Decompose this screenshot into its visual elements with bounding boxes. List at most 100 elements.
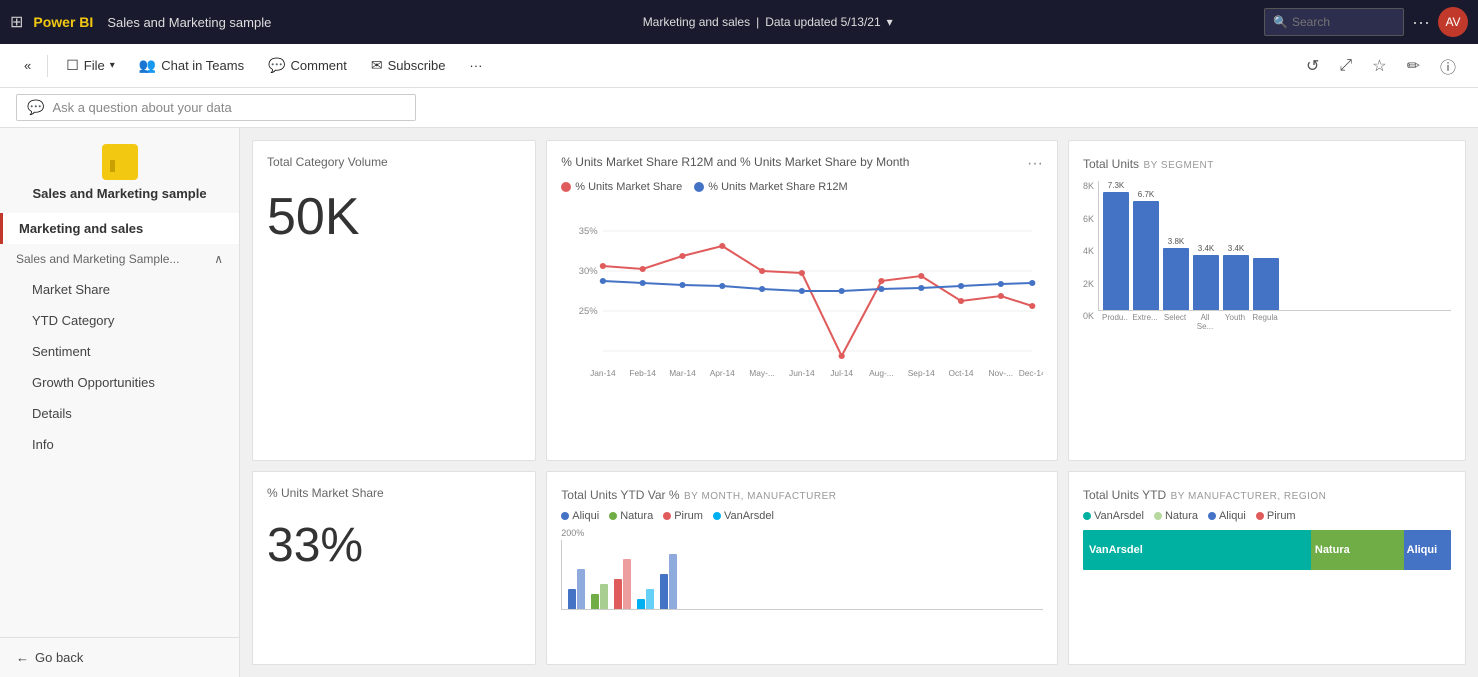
file-chevron-icon: ▾: [110, 60, 115, 71]
small-bar-0-1: [577, 569, 585, 609]
y-label-8k: 8K: [1083, 181, 1094, 191]
sidebar-item-sentiment[interactable]: Sentiment: [0, 336, 239, 367]
sidebar-nav: Marketing and sales Sales and Marketing …: [0, 209, 239, 464]
line-chart-svg: 35% 30% 25%: [561, 201, 1043, 401]
line-chart-legend: % Units Market Share % Units Market Shar…: [561, 181, 1043, 193]
small-bar-1-1: [600, 584, 608, 609]
info-button[interactable]: ⓘ: [1434, 50, 1462, 82]
go-back-button[interactable]: ← Go back: [16, 650, 223, 665]
small-bar-3-1: [646, 589, 654, 609]
line-chart-more-button[interactable]: ···: [1027, 155, 1043, 173]
line-chart-title: % Units Market Share R12M and % Units Ma…: [561, 155, 909, 169]
ytd-var-bar-chart: [561, 540, 1043, 610]
small-bar-1-0: [591, 594, 599, 609]
file-button[interactable]: ☐ File ▾: [56, 53, 125, 78]
sidebar-footer: ← Go back: [0, 637, 239, 677]
go-back-icon: ←: [16, 650, 29, 665]
card-value-units-market-share: 33%: [267, 518, 521, 573]
qa-bar: 💬 Ask a question about your data: [0, 88, 1478, 128]
bar-cluster-2: [614, 559, 631, 609]
sidebar-app-title: Sales and Marketing sample: [32, 186, 206, 201]
sidebar-item-info[interactable]: Info: [0, 429, 239, 460]
sidebar-item-market-share[interactable]: Market Share: [0, 274, 239, 305]
svg-text:Oct-14: Oct-14: [949, 369, 975, 378]
ytd-var-y-label: 200%: [561, 528, 1043, 538]
search-box[interactable]: 🔍: [1264, 8, 1404, 36]
bar-xlabel-5: Regula: [1252, 313, 1278, 331]
stacked-segment-natura: Natura: [1311, 530, 1404, 570]
avatar[interactable]: AV: [1438, 7, 1468, 37]
data-updated-text: Data updated 5/13/21: [765, 15, 880, 29]
bar-group-4: 3.4K: [1223, 244, 1249, 310]
more-options-button[interactable]: ···: [1412, 12, 1430, 33]
dot-pirum: [663, 512, 671, 520]
sidebar-section-chevron: ∧: [214, 252, 223, 266]
chevron-down-icon[interactable]: ▾: [887, 15, 893, 29]
y-label-4k: 4K: [1083, 246, 1094, 256]
small-bar-4-1: [669, 554, 677, 609]
sidebar-section-header[interactable]: Sales and Marketing Sample... ∧: [0, 244, 239, 274]
search-input[interactable]: [1292, 15, 1395, 29]
sidebar-item-growth-opportunities[interactable]: Growth Opportunities: [0, 367, 239, 398]
actionbar-more-button[interactable]: ···: [459, 54, 492, 77]
actionbar-more-icon: ···: [469, 58, 482, 73]
card-title-units-ytd-var: Total Units YTD Var %: [561, 488, 679, 502]
expand-button[interactable]: ⤢: [1333, 53, 1358, 79]
svg-text:Dec-14: Dec-14: [1019, 369, 1043, 378]
card-line-chart: % Units Market Share R12M and % Units Ma…: [546, 140, 1058, 461]
refresh-button[interactable]: ↺: [1300, 52, 1325, 80]
bar-group-1: 6.7K: [1133, 190, 1159, 310]
chat-in-teams-button[interactable]: 👥 Chat in Teams: [129, 53, 254, 78]
card-title-category-volume: Total Category Volume: [267, 155, 521, 169]
legend-item-0: % Units Market Share: [561, 181, 682, 193]
card-subtitle-total-units: BY SEGMENT: [1143, 160, 1213, 171]
label-vanarsdel: VanArsdel: [724, 510, 774, 522]
subscribe-label: Subscribe: [388, 58, 446, 73]
bar-4: [1223, 255, 1249, 310]
main-layout: Sales and Marketing sample Marketing and…: [0, 128, 1478, 677]
subscribe-button[interactable]: ✉ Subscribe: [361, 53, 456, 78]
bar-cluster-0: [568, 569, 585, 609]
card-title-total-units: Total Units: [1083, 157, 1139, 171]
small-bar-4-0: [660, 574, 668, 609]
actionbar-right: ↺ ⤢ ☆ ✏ ⓘ: [1300, 50, 1462, 82]
label-ytd-aliqui: Aliqui: [1219, 510, 1246, 522]
dot-vanarsdel: [713, 512, 721, 520]
legend-vanarsdel: VanArsdel: [713, 510, 774, 522]
sidebar: Sales and Marketing sample Marketing and…: [0, 128, 240, 677]
sidebar-item-marketing-and-sales[interactable]: Marketing and sales: [0, 213, 239, 244]
bar-5: [1253, 258, 1279, 310]
svg-text:Mar-14: Mar-14: [669, 369, 696, 378]
dot-ytd-aliqui: [1208, 512, 1216, 520]
bar-xlabel-0: Produ...: [1102, 313, 1128, 331]
legend-item-1: % Units Market Share R12M: [694, 181, 847, 193]
edit-button[interactable]: ✏: [1401, 52, 1426, 80]
sidebar-item-details[interactable]: Details: [0, 398, 239, 429]
dot-ytd-vanarsdel: [1083, 512, 1091, 520]
label-ytd-natura: Natura: [1165, 510, 1198, 522]
legend-natura: Natura: [609, 510, 653, 522]
qa-input[interactable]: 💬 Ask a question about your data: [16, 94, 416, 121]
back-button[interactable]: «: [16, 54, 39, 77]
dot-ytd-pirum: [1256, 512, 1264, 520]
label-ytd-vanarsdel: VanArsdel: [1094, 510, 1144, 522]
bar-cluster-1: [591, 584, 608, 609]
dashboard-content: Total Category Volume 50K % Units Market…: [240, 128, 1478, 677]
grid-icon[interactable]: ⊞: [10, 12, 23, 32]
bar-xlabel-3: All Se...: [1192, 313, 1218, 331]
card-value-category-volume: 50K: [267, 187, 521, 247]
bar-xlabel-1: Extre...: [1132, 313, 1158, 331]
bar-group-5: [1253, 256, 1279, 310]
bar-value-1: 6.7K: [1138, 190, 1154, 199]
legend-pirum: Pirum: [663, 510, 703, 522]
comment-button[interactable]: 💬 Comment: [258, 53, 357, 78]
card-title-units-market-share: % Units Market Share: [267, 486, 521, 500]
legend-label-1: % Units Market Share R12M: [708, 181, 847, 193]
card-subtitle-total-units-ytd: BY MANUFACTURER, REGION: [1171, 491, 1327, 502]
units-ytd-legend: VanArsdel Natura Aliqui Pirum: [1083, 510, 1451, 522]
card-total-units: Total Units BY SEGMENT 8K 6K 4K 2K 0K 7.…: [1068, 140, 1466, 461]
sidebar-item-ytd-category[interactable]: YTD Category: [0, 305, 239, 336]
favorite-button[interactable]: ☆: [1366, 52, 1392, 80]
comment-label: Comment: [291, 58, 347, 73]
bar-group-2: 3.8K: [1163, 237, 1189, 310]
